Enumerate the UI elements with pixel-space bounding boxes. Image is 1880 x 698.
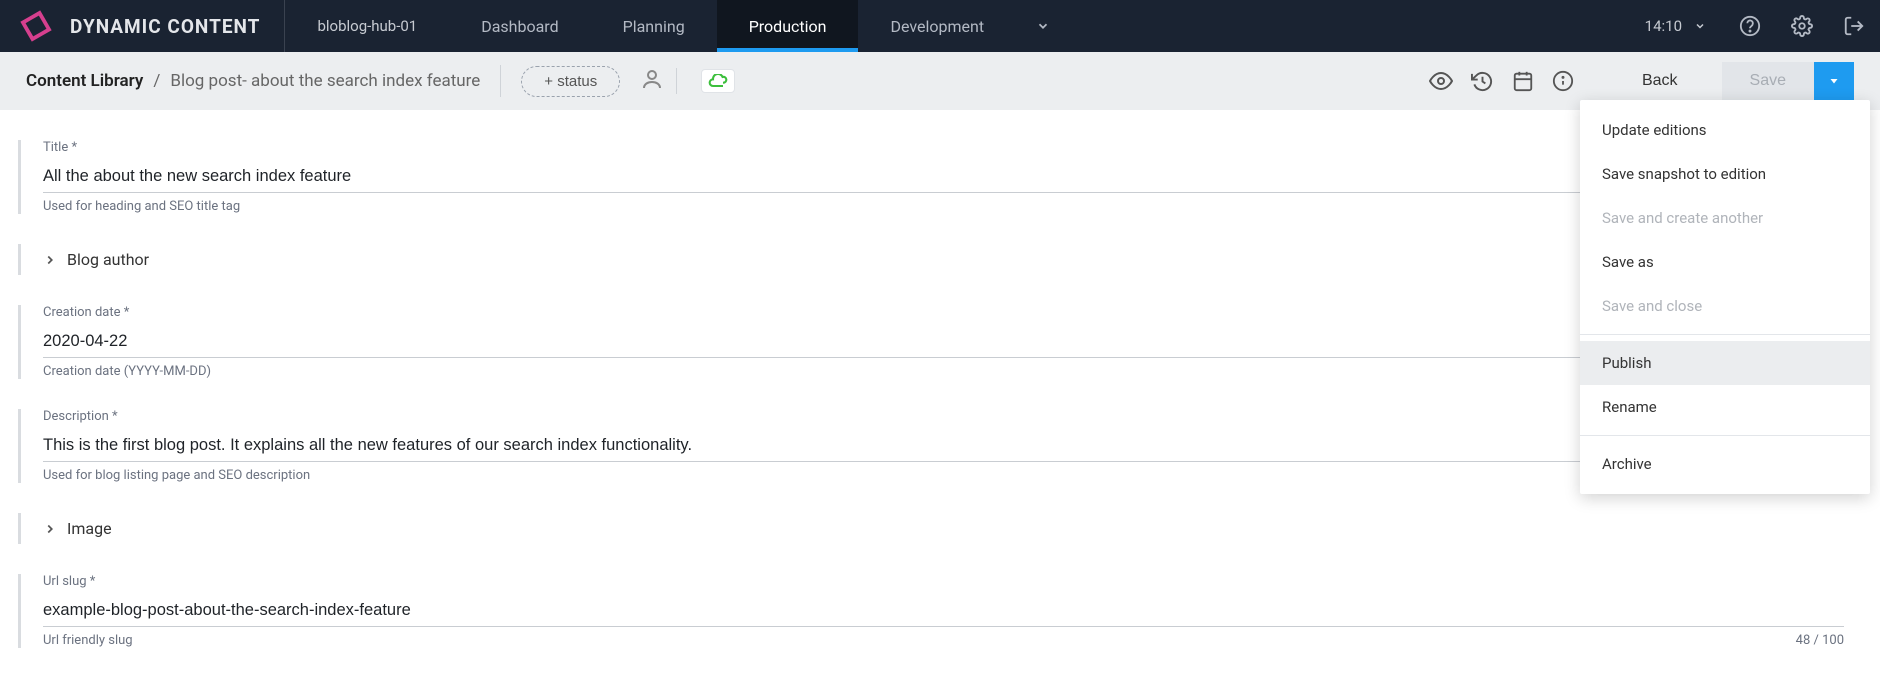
editor-toolbar-right: Back Save: [1429, 62, 1854, 100]
sync-status-chip[interactable]: [701, 69, 735, 93]
dropdown-item-rename[interactable]: Rename: [1580, 385, 1870, 429]
dropdown-item-save-as[interactable]: Save as: [1580, 240, 1870, 284]
creation-date-label: Creation date *: [43, 305, 1844, 320]
url-slug-label: Url slug *: [43, 574, 1844, 589]
brand-logo-icon: [18, 8, 54, 44]
help-button[interactable]: [1724, 0, 1776, 52]
breadcrumb-root[interactable]: Content Library: [26, 71, 143, 91]
tab-planning[interactable]: Planning: [591, 0, 717, 52]
main-tabs: DashboardPlanningProductionDevelopment: [449, 0, 1016, 52]
creation-date-group: Creation date * Creation date (YYYY-MM-D…: [18, 305, 1844, 379]
breadcrumb: Content Library / Blog post- about the s…: [26, 71, 480, 91]
top-navbar: DYNAMIC CONTENT bloblog-hub-01 Dashboard…: [0, 0, 1880, 52]
back-button[interactable]: Back: [1616, 62, 1704, 100]
hub-name-label: bloblog-hub-01: [317, 17, 417, 35]
tab-dashboard[interactable]: Dashboard: [449, 0, 590, 52]
title-input[interactable]: [43, 161, 1844, 193]
time-display[interactable]: 14:10: [1627, 17, 1724, 35]
image-label: Image: [67, 519, 112, 538]
add-status-button[interactable]: + status: [521, 66, 620, 97]
clock-time: 14:10: [1645, 17, 1682, 35]
creation-date-help: Creation date (YYYY-MM-DD): [43, 364, 1844, 379]
title-help: Used for heading and SEO title tag: [43, 199, 1844, 214]
title-label: Title *: [43, 140, 1844, 155]
breadcrumb-current: Blog post- about the search index featur…: [170, 71, 480, 91]
tab-production[interactable]: Production: [717, 0, 859, 52]
brand-name: DYNAMIC CONTENT: [70, 15, 260, 38]
blog-author-toggle[interactable]: Blog author: [43, 244, 1844, 275]
history-button[interactable]: [1471, 70, 1494, 93]
description-help: Used for blog listing page and SEO descr…: [43, 468, 1844, 483]
eye-icon: [1429, 69, 1453, 93]
description-group: Description * Used for blog listing page…: [18, 409, 1844, 483]
dropdown-divider: [1580, 435, 1870, 436]
title-group: Title * Used for heading and SEO title t…: [18, 140, 1844, 214]
url-slug-help: Url friendly slug 48 / 100: [43, 633, 1844, 648]
description-label: Description *: [43, 409, 1844, 424]
history-icon: [1471, 70, 1494, 93]
description-help-text: Used for blog listing page and SEO descr…: [43, 468, 310, 483]
chevron-down-icon: [1694, 20, 1706, 32]
chevron-right-icon: [43, 522, 57, 536]
url-slug-help-text: Url friendly slug: [43, 633, 133, 648]
save-menu-toggle[interactable]: [1814, 62, 1854, 100]
save-dropdown-menu: Update editionsSave snapshot to editionS…: [1580, 100, 1870, 494]
url-slug-input[interactable]: [43, 595, 1844, 627]
breadcrumb-separator: /: [153, 71, 160, 91]
divider: [676, 68, 677, 94]
cloud-icon: [708, 74, 728, 88]
info-icon: [1552, 70, 1574, 92]
image-toggle[interactable]: Image: [43, 513, 1844, 544]
chevron-right-icon: [43, 253, 57, 267]
tab-development[interactable]: Development: [858, 0, 1016, 52]
save-button[interactable]: Save: [1722, 62, 1814, 100]
logout-button[interactable]: [1828, 0, 1880, 52]
divider: [500, 65, 501, 97]
logout-icon: [1843, 15, 1865, 37]
user-icon: [640, 67, 664, 91]
hub-selector[interactable]: bloblog-hub-01: [284, 0, 449, 52]
tab-overflow-caret-icon[interactable]: [1016, 19, 1070, 33]
settings-button[interactable]: [1776, 0, 1828, 52]
caret-down-icon: [1828, 75, 1840, 87]
description-input[interactable]: [43, 430, 1844, 462]
info-button[interactable]: [1552, 70, 1574, 92]
preview-button[interactable]: [1429, 69, 1453, 93]
dropdown-item-publish[interactable]: Publish: [1580, 341, 1870, 385]
image-group: Image: [18, 513, 1844, 544]
url-slug-counter: 48 / 100: [1796, 633, 1844, 648]
creation-date-input[interactable]: [43, 326, 1844, 358]
topbar-right: 14:10: [1627, 0, 1880, 52]
dropdown-item-update-editions[interactable]: Update editions: [1580, 108, 1870, 152]
blog-author-group: Blog author: [18, 244, 1844, 275]
brand-area: DYNAMIC CONTENT: [0, 0, 260, 52]
dropdown-divider: [1580, 334, 1870, 335]
dropdown-item-save-and-create-another: Save and create another: [1580, 196, 1870, 240]
creation-date-help-text: Creation date (YYYY-MM-DD): [43, 364, 211, 379]
assignee-button[interactable]: [640, 67, 664, 95]
dropdown-item-archive[interactable]: Archive: [1580, 442, 1870, 486]
dropdown-item-save-snapshot-to-edition[interactable]: Save snapshot to edition: [1580, 152, 1870, 196]
url-slug-group: Url slug * Url friendly slug 48 / 100: [18, 574, 1844, 648]
save-button-group: Save: [1722, 62, 1854, 100]
help-icon: [1739, 15, 1761, 37]
dropdown-item-save-and-close: Save and close: [1580, 284, 1870, 328]
gear-icon: [1791, 15, 1813, 37]
calendar-icon: [1512, 70, 1534, 92]
title-help-text: Used for heading and SEO title tag: [43, 199, 240, 214]
schedule-button[interactable]: [1512, 70, 1534, 92]
blog-author-label: Blog author: [67, 250, 149, 269]
